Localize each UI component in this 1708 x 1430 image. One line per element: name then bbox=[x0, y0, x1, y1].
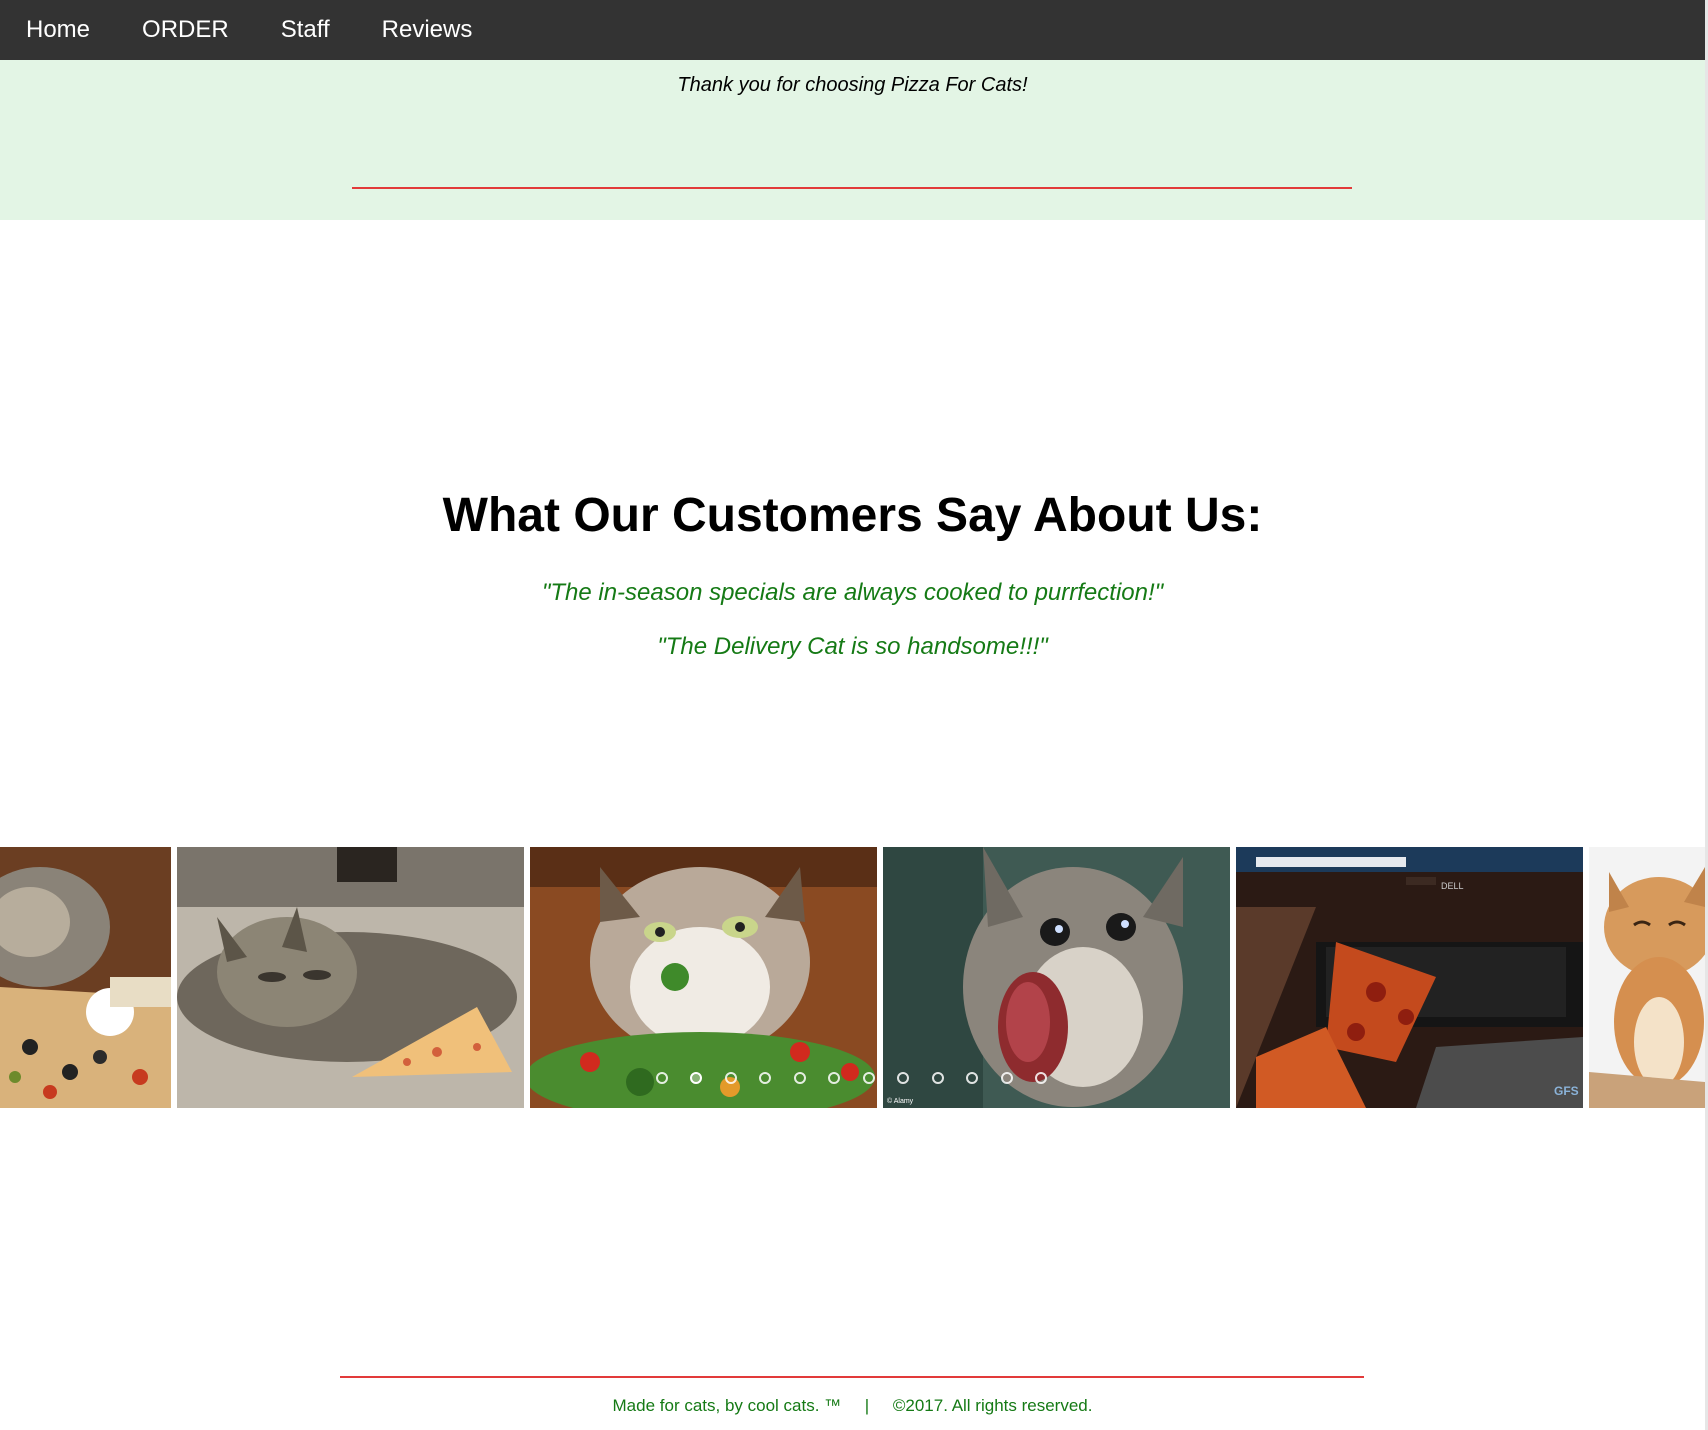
carousel-dot[interactable] bbox=[794, 1072, 806, 1084]
nav-order-link[interactable]: ORDER bbox=[116, 0, 255, 60]
thank-you-banner: Thank you for choosing Pizza For Cats! bbox=[0, 60, 1705, 220]
footer-divider bbox=[340, 1376, 1364, 1378]
page-footer: Made for cats, by cool cats. ™ | ©2017. … bbox=[0, 1396, 1705, 1416]
carousel-dot[interactable] bbox=[725, 1072, 737, 1084]
carousel-dot[interactable] bbox=[966, 1072, 978, 1084]
carousel-dot[interactable] bbox=[863, 1072, 875, 1084]
carousel-dot[interactable] bbox=[759, 1072, 771, 1084]
carousel-dot[interactable] bbox=[656, 1072, 668, 1084]
carousel-dots bbox=[0, 1069, 1705, 1089]
review-quote: "The in-season specials are always cooke… bbox=[541, 579, 1164, 606]
carousel-dot[interactable] bbox=[1035, 1072, 1047, 1084]
footer-copyright: ©2017. All rights reserved. bbox=[892, 1396, 1093, 1415]
nav-staff-link[interactable]: Staff bbox=[255, 0, 356, 60]
footer-made-for-text: Made for cats, by cool cats. ™ bbox=[612, 1396, 842, 1415]
carousel-dot[interactable] bbox=[1001, 1072, 1013, 1084]
reviews-heading: What Our Customers Say About Us: bbox=[442, 489, 1263, 542]
review-quote: "The Delivery Cat is so handsome!!!" bbox=[657, 633, 1048, 660]
banner-text: Thank you for choosing Pizza For Cats! bbox=[677, 74, 1028, 96]
page: Home ORDER Staff Reviews Thank you for c… bbox=[0, 0, 1708, 1430]
nav-home-link[interactable]: Home bbox=[0, 0, 116, 60]
nav-reviews-link[interactable]: Reviews bbox=[356, 0, 499, 60]
banner-divider bbox=[352, 187, 1352, 189]
carousel-dot[interactable] bbox=[897, 1072, 909, 1084]
dell-logo-text: DELL bbox=[1441, 881, 1464, 891]
carousel-dot[interactable] bbox=[932, 1072, 944, 1084]
alamy-watermark: © Alamy bbox=[887, 1097, 914, 1105]
carousel-dot-active[interactable] bbox=[690, 1072, 702, 1084]
carousel-dot[interactable] bbox=[828, 1072, 840, 1084]
top-navbar: Home ORDER Staff Reviews bbox=[0, 0, 1705, 60]
